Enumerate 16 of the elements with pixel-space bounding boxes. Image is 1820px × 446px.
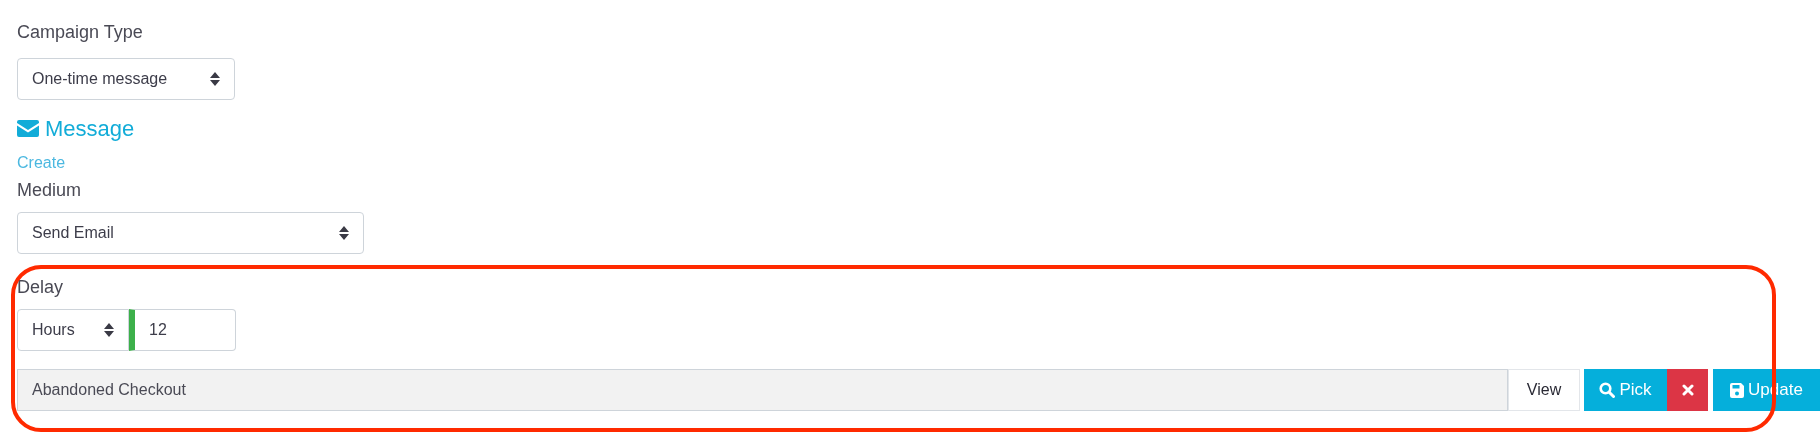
delay-input[interactable]: 12 (129, 309, 236, 351)
view-button[interactable]: View (1508, 369, 1580, 411)
sort-caret-icon (104, 323, 114, 337)
medium-select[interactable]: Send Email (17, 212, 364, 254)
field-label: Medium (17, 179, 82, 202)
clear-button[interactable] (1667, 369, 1708, 411)
delay-unit-select[interactable]: Hours (17, 309, 129, 351)
section-heading: Message (45, 115, 135, 143)
field-label: Delay (17, 276, 64, 299)
search-icon (1599, 382, 1616, 398)
campaign-type-select[interactable]: One-time message (17, 58, 235, 100)
sort-caret-icon (210, 72, 220, 86)
field-label: Campaign Type (17, 21, 143, 44)
close-icon (1681, 384, 1694, 396)
sort-caret-icon (339, 226, 349, 240)
envelope-icon (17, 120, 39, 137)
